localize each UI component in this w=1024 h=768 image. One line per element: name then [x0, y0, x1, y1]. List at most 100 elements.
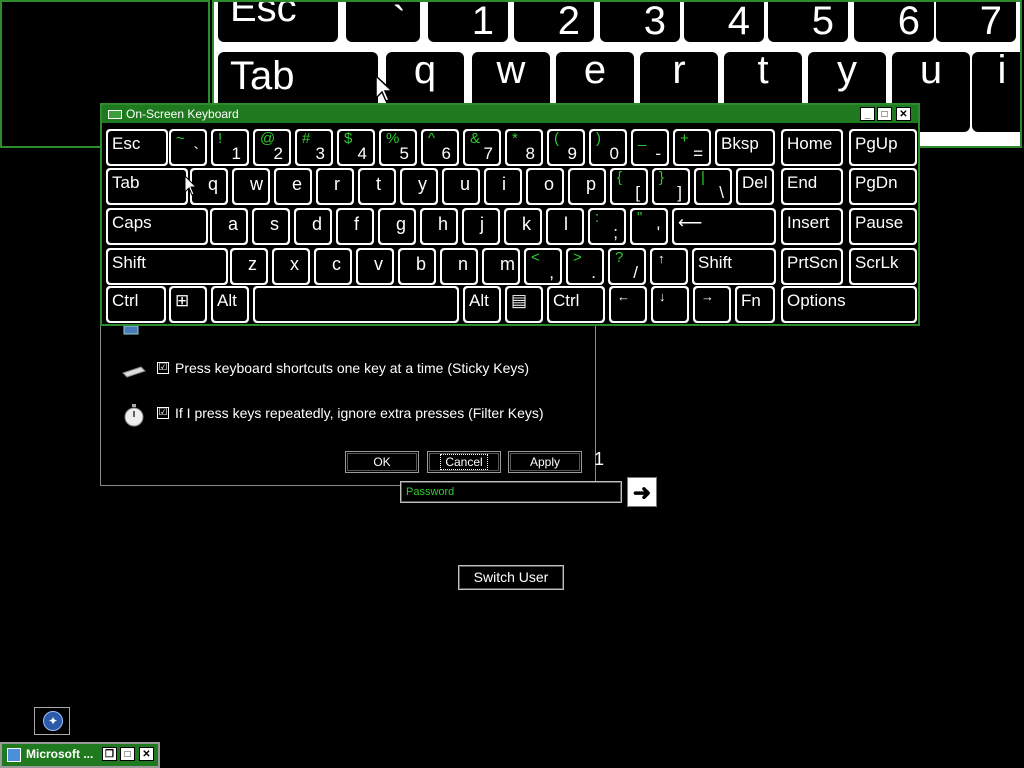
key-r[interactable]: r — [316, 168, 354, 205]
key-shift[interactable]: Shift — [692, 248, 776, 285]
key-symbol[interactable]: >. — [566, 248, 604, 285]
close-window-button[interactable]: ✕ — [139, 747, 154, 761]
key-w[interactable]: w — [232, 168, 270, 205]
key-scrlk[interactable]: ScrLk — [849, 248, 917, 285]
key-k[interactable]: k — [504, 208, 542, 245]
key-pgdn[interactable]: PgDn — [849, 168, 917, 205]
key-menu[interactable]: ▤ — [505, 286, 543, 323]
sticky-keys-checkbox[interactable]: ☑ — [157, 362, 169, 374]
filter-keys-checkbox[interactable]: ☑ — [157, 407, 169, 419]
key-options[interactable]: Options — [781, 286, 917, 323]
key-windows[interactable]: ⊞ — [169, 286, 207, 323]
key-symbol[interactable]: $4 — [337, 129, 375, 166]
minimized-window[interactable]: Microsoft ... ❐ □ ✕ — [0, 742, 160, 768]
password-field[interactable]: Password — [400, 481, 622, 503]
key-ctrl[interactable]: Ctrl — [547, 286, 605, 323]
key-home[interactable]: Home — [781, 129, 843, 166]
key-symbol[interactable]: {[ — [610, 168, 648, 205]
osk-title-bar[interactable]: On-Screen Keyboard _ □ ✕ — [102, 105, 918, 123]
key-symbol[interactable]: _ - — [631, 129, 669, 166]
key-symbol[interactable]: ~ ` — [169, 129, 207, 166]
key-z[interactable]: z — [230, 248, 268, 285]
key-bksp[interactable]: Bksp — [715, 129, 775, 166]
key-pause[interactable]: Pause — [849, 208, 917, 245]
key-shift-char: } — [659, 170, 665, 186]
minimize-button[interactable]: _ — [860, 107, 875, 121]
key-symbol[interactable]: <, — [524, 248, 562, 285]
filter-keys-option[interactable]: ☑ If I press keys repeatedly, ignore ext… — [121, 402, 544, 427]
key-c[interactable]: c — [314, 248, 352, 285]
key-h[interactable]: h — [420, 208, 458, 245]
key-ctrl[interactable]: Ctrl — [106, 286, 166, 323]
key-tab[interactable]: Tab — [106, 168, 188, 205]
key-u[interactable]: u — [442, 168, 480, 205]
key-symbol[interactable]: ! 1 — [211, 129, 249, 166]
key-symbol[interactable]: % 5 — [379, 129, 417, 166]
key-symbol[interactable]: ) 0 — [589, 129, 627, 166]
key-label: ⊞ — [175, 291, 190, 310]
key-caps[interactable]: Caps — [106, 208, 208, 245]
key-t[interactable]: t — [358, 168, 396, 205]
sticky-keys-option[interactable]: ☑ Press keyboard shortcuts one key at a … — [121, 357, 529, 379]
key-p[interactable]: p — [568, 168, 606, 205]
key-o[interactable]: o — [526, 168, 564, 205]
key-del[interactable]: Del — [736, 168, 774, 205]
key-symbol[interactable]: #3 — [295, 129, 333, 166]
key-base-char: ; — [613, 223, 618, 242]
key-j[interactable]: j — [462, 208, 500, 245]
key-y[interactable]: y — [400, 168, 438, 205]
restore-button[interactable]: □ — [877, 107, 892, 121]
key-b[interactable]: b — [398, 248, 436, 285]
key-insert[interactable]: Insert — [781, 208, 843, 245]
ease-of-access-button[interactable]: ✦ — [34, 707, 70, 735]
key-s[interactable]: s — [252, 208, 290, 245]
key-up-arrow[interactable]: ↑ — [650, 248, 688, 285]
key-m[interactable]: m — [482, 248, 520, 285]
key-pgup[interactable]: PgUp — [849, 129, 917, 166]
submit-arrow-button[interactable]: ➜ — [627, 477, 657, 507]
key-x[interactable]: x — [272, 248, 310, 285]
close-button[interactable]: ✕ — [896, 107, 911, 121]
key-down-arrow[interactable]: ↓ — [651, 286, 689, 323]
key-alt[interactable]: Alt — [211, 286, 249, 323]
key-i[interactable]: i — [484, 168, 522, 205]
key-end[interactable]: End — [781, 168, 843, 205]
key-alt[interactable]: Alt — [463, 286, 501, 323]
switch-user-button[interactable]: Switch User — [458, 565, 564, 590]
key-space[interactable] — [253, 286, 459, 323]
key-fn[interactable]: Fn — [735, 286, 775, 323]
key-n[interactable]: n — [440, 248, 478, 285]
ok-button[interactable]: OK — [345, 451, 419, 473]
key-prtscn[interactable]: PrtScn — [781, 248, 843, 285]
key-enter[interactable]: ⟵ — [672, 208, 776, 245]
key-d[interactable]: d — [294, 208, 332, 245]
key-symbol[interactable]: ^ 6 — [421, 129, 459, 166]
key-symbol[interactable]: (9 — [547, 129, 585, 166]
key-symbol[interactable]: * 8 — [505, 129, 543, 166]
key-symbol[interactable]: :; — [588, 208, 626, 245]
key-symbol[interactable]: | \ — [694, 168, 732, 205]
key-face: % 5 — [381, 131, 415, 164]
key-left-arrow[interactable]: ← — [609, 286, 647, 323]
cancel-button[interactable]: Cancel — [427, 451, 501, 473]
key-symbol[interactable]: }] — [652, 168, 690, 205]
key-symbol[interactable]: + = — [673, 129, 711, 166]
key-v[interactable]: v — [356, 248, 394, 285]
key-right-arrow[interactable]: → — [693, 286, 731, 323]
maximize-window-button[interactable]: □ — [120, 747, 135, 761]
key-symbol[interactable]: " ' — [630, 208, 668, 245]
key-symbol[interactable]: @2 — [253, 129, 291, 166]
key-symbol[interactable]: & 7 — [463, 129, 501, 166]
key-e[interactable]: e — [274, 168, 312, 205]
apply-button[interactable]: Apply — [508, 451, 582, 473]
key-l[interactable]: l — [546, 208, 584, 245]
restore-window-button[interactable]: ❐ — [102, 747, 117, 761]
key-symbol[interactable]: ? / — [608, 248, 646, 285]
key-g[interactable]: g — [378, 208, 416, 245]
key-letter: r — [334, 174, 340, 194]
magnified-key-label: 7 — [979, 0, 1002, 43]
key-f[interactable]: f — [336, 208, 374, 245]
key-a[interactable]: a — [210, 208, 248, 245]
key-shift[interactable]: Shift — [106, 248, 228, 285]
key-esc[interactable]: Esc — [106, 129, 168, 166]
